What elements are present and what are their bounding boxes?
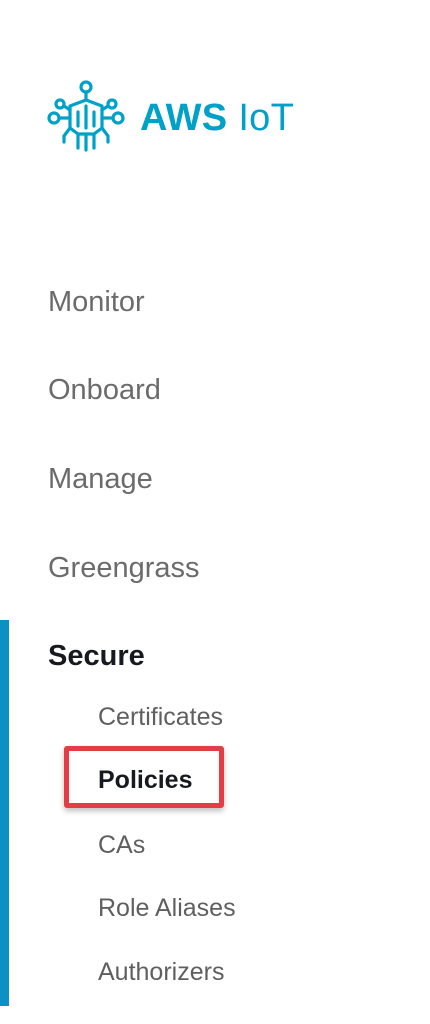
sidebar-navigation: AWS IoT Monitor Onboard Manage Greengras… — [0, 0, 430, 1024]
nav-item-secure[interactable]: Secure — [48, 640, 145, 673]
subnav-item-cas[interactable]: CAs — [98, 831, 145, 860]
nav-item-manage[interactable]: Manage — [48, 463, 153, 496]
brand-name-bold: AWS — [140, 96, 228, 139]
brand-name: AWS IoT — [140, 97, 294, 140]
subnav-item-role-aliases[interactable]: Role Aliases — [98, 894, 236, 923]
brand-name-light: IoT — [238, 96, 295, 139]
nav-item-monitor[interactable]: Monitor — [48, 286, 145, 319]
active-section-indicator — [0, 620, 9, 1006]
subnav-item-certificates[interactable]: Certificates — [98, 703, 223, 732]
aws-iot-circuit-icon — [47, 80, 125, 152]
subnav-item-authorizers[interactable]: Authorizers — [98, 958, 224, 987]
nav-item-greengrass[interactable]: Greengrass — [48, 552, 200, 585]
brand-header[interactable]: AWS IoT — [46, 78, 294, 158]
policies-highlight-annotation — [64, 746, 224, 808]
nav-item-onboard[interactable]: Onboard — [48, 374, 161, 407]
